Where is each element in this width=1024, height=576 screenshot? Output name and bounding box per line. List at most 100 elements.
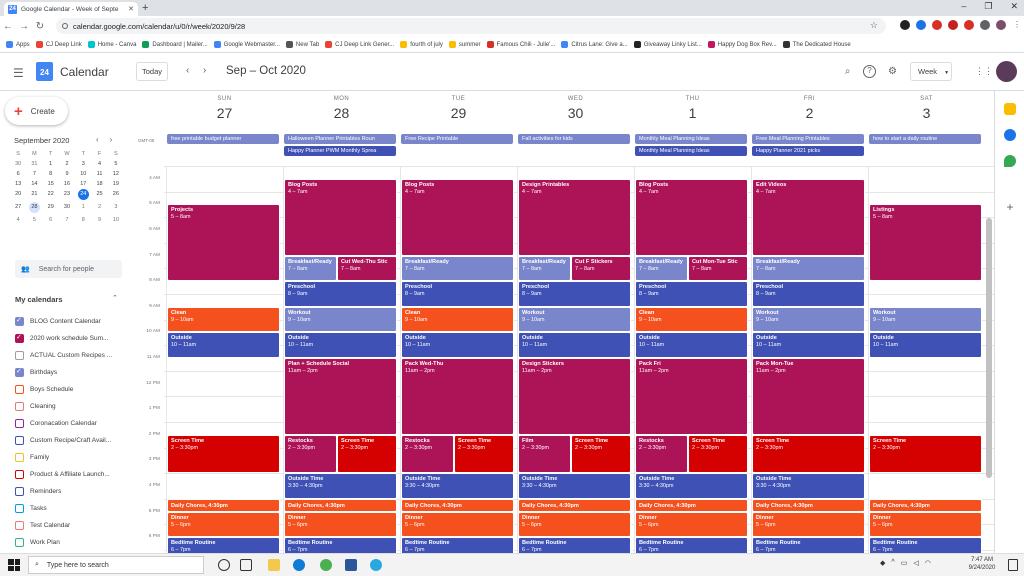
calendar-event[interactable]: Blog Posts 4 – 7am: [635, 178, 748, 256]
mini-day[interactable]: 15: [43, 181, 59, 187]
calendar-list-item[interactable]: Test Calendar: [15, 517, 127, 534]
extension-icon[interactable]: [932, 20, 942, 30]
calendar-checkbox[interactable]: [15, 419, 24, 428]
mini-day[interactable]: 20: [10, 191, 26, 197]
calendar-event[interactable]: Daily Chores, 4:30pm: [752, 498, 865, 512]
bookmark-item[interactable]: Google Webmaster...: [213, 41, 280, 48]
mini-day[interactable]: 5: [26, 217, 42, 223]
calendar-event[interactable]: Dinner 5 – 6pm: [518, 511, 631, 538]
calendar-event[interactable]: Pack Mon-Tue 11am – 2pm: [752, 358, 865, 435]
mini-day[interactable]: 31: [26, 161, 42, 167]
calendar-list-item[interactable]: Coronacation Calendar: [15, 415, 127, 432]
mini-day[interactable]: 8: [43, 171, 59, 177]
all-day-event[interactable]: how to start a daily routine: [869, 134, 981, 144]
bookmark-star-icon[interactable]: ☆: [870, 20, 878, 31]
mini-day[interactable]: 11: [91, 171, 107, 177]
all-day-event[interactable]: Free Meal Planning Printables: [752, 134, 864, 144]
calendar-event[interactable]: Screen Time 2 – 3:30pm: [454, 434, 514, 474]
task-view-icon[interactable]: [240, 559, 252, 571]
calendar-event[interactable]: Listings 5 – 8am: [869, 204, 982, 282]
mini-day[interactable]: 30: [59, 204, 75, 210]
mini-day[interactable]: 3: [108, 204, 124, 210]
calendar-event[interactable]: Outside Time 3:30 – 4:30pm: [284, 473, 397, 499]
bookmark-item[interactable]: Home - Canva: [87, 41, 136, 48]
calendar-event[interactable]: Dinner 5 – 6pm: [284, 511, 397, 538]
browser-tab[interactable]: 24 Google Calendar - Week of Septe ✕: [4, 2, 138, 16]
more-icon[interactable]: ⋮: [1012, 20, 1022, 30]
mini-day[interactable]: 8: [75, 217, 91, 223]
previous-week-icon[interactable]: ‹: [186, 65, 189, 76]
close-window-icon[interactable]: ✕: [1010, 1, 1018, 12]
maps-icon[interactable]: [1004, 155, 1016, 167]
calendar-event[interactable]: Screen Time 2 – 3:30pm: [752, 434, 865, 474]
calendar-event[interactable]: Preschool 8 – 9am: [518, 281, 631, 307]
calendar-event[interactable]: Screen Time 2 – 3:30pm: [571, 434, 631, 474]
mini-day[interactable]: 24: [77, 189, 89, 200]
calendar-list-item[interactable]: Work Plan: [15, 534, 127, 551]
extension-icon[interactable]: [948, 20, 958, 30]
calendar-list-item[interactable]: Reminders: [15, 483, 127, 500]
word-icon[interactable]: [345, 559, 357, 571]
day-number[interactable]: 3: [868, 105, 985, 121]
mini-day[interactable]: 2: [91, 204, 107, 210]
calendar-list-item[interactable]: ACTUAL Custom Recipes ...: [15, 347, 127, 364]
show-hidden-icon[interactable]: ^: [891, 559, 894, 567]
tray-app-icon[interactable]: ◆: [880, 559, 885, 567]
calendar-event[interactable]: Restocks 2 – 3:30pm: [284, 434, 337, 474]
calendar-checkbox[interactable]: [15, 521, 24, 530]
file-explorer-icon[interactable]: [268, 559, 280, 571]
day-number[interactable]: 28: [283, 105, 400, 121]
calendar-event[interactable]: Outside 10 – 11am: [869, 332, 982, 358]
skype-icon[interactable]: [370, 559, 382, 571]
calendar-event[interactable]: Preschool 8 – 9am: [635, 281, 748, 307]
calendar-event[interactable]: Breakfast/Ready 7 – 8am: [284, 255, 337, 282]
keep-icon[interactable]: [1004, 103, 1016, 115]
bookmark-item[interactable]: Apps: [6, 41, 30, 48]
calendar-event[interactable]: Daily Chores, 4:30pm: [401, 498, 514, 512]
edge-icon[interactable]: [293, 559, 305, 571]
calendar-checkbox[interactable]: [15, 504, 24, 513]
calendar-checkbox[interactable]: [15, 351, 24, 360]
calendar-event[interactable]: Pack Fri 11am – 2pm: [635, 358, 748, 435]
mini-day[interactable]: 4: [91, 161, 107, 167]
mini-day[interactable]: 17: [75, 181, 91, 187]
calendar-event[interactable]: Screen Time 2 – 3:30pm: [688, 434, 748, 474]
calendar-event[interactable]: Restocks 2 – 3:30pm: [635, 434, 688, 474]
bookmark-item[interactable]: New Tab: [285, 41, 319, 48]
calendar-event[interactable]: Daily Chores, 4:30pm: [635, 498, 748, 512]
mini-day[interactable]: 9: [59, 171, 75, 177]
mini-day[interactable]: 6: [10, 171, 26, 177]
bookmark-item[interactable]: CJ Deep Link Gener...: [325, 41, 394, 48]
mini-prev-icon[interactable]: ‹: [96, 135, 99, 144]
tasks-icon[interactable]: [1004, 129, 1016, 141]
calendar-event[interactable]: Bedtime Routine 6 – 7pm: [635, 537, 748, 553]
calendar-checkbox[interactable]: [15, 385, 24, 394]
calendar-event[interactable]: Outside 10 – 11am: [518, 332, 631, 358]
cortana-icon[interactable]: [218, 559, 230, 571]
calendar-event[interactable]: Outside 10 – 11am: [635, 332, 748, 358]
mini-day[interactable]: 10: [108, 217, 124, 223]
mini-day[interactable]: 3: [75, 161, 91, 167]
calendar-list-item[interactable]: Birthdays: [15, 364, 127, 381]
settings-gear-icon[interactable]: ⚙: [886, 65, 899, 78]
calendar-event[interactable]: Screen Time 2 – 3:30pm: [337, 434, 397, 474]
calendar-event[interactable]: Blog Posts 4 – 7am: [284, 178, 397, 256]
calendar-event[interactable]: Workout 9 – 10am: [869, 306, 982, 333]
calendar-event[interactable]: Outside Time 3:30 – 4:30pm: [401, 473, 514, 499]
all-day-event[interactable]: Happy Planner 2021 picks: [752, 146, 864, 156]
wifi-icon[interactable]: ◠: [925, 559, 931, 567]
mini-day[interactable]: 18: [91, 181, 107, 187]
account-avatar[interactable]: [996, 61, 1017, 82]
taskbar-search[interactable]: ⌕ Type here to search: [28, 556, 204, 574]
calendar-event[interactable]: Screen Time 2 – 3:30pm: [869, 434, 982, 474]
bookmark-item[interactable]: fourth of july: [400, 41, 443, 48]
mini-day[interactable]: 6: [43, 217, 59, 223]
calendar-event[interactable]: Cut Wed-Thu Stic 7 – 8am: [337, 255, 397, 282]
day-number[interactable]: 27: [166, 105, 283, 121]
calendar-list-item[interactable]: BLOG Content Calendar: [15, 313, 127, 330]
calendar-checkbox[interactable]: [15, 402, 24, 411]
calendar-event[interactable]: Preschool 8 – 9am: [284, 281, 397, 307]
mini-day[interactable]: 7: [59, 217, 75, 223]
calendar-event[interactable]: Blog Posts 4 – 7am: [401, 178, 514, 256]
calendar-event[interactable]: Pack Wed-Thu 11am – 2pm: [401, 358, 514, 435]
